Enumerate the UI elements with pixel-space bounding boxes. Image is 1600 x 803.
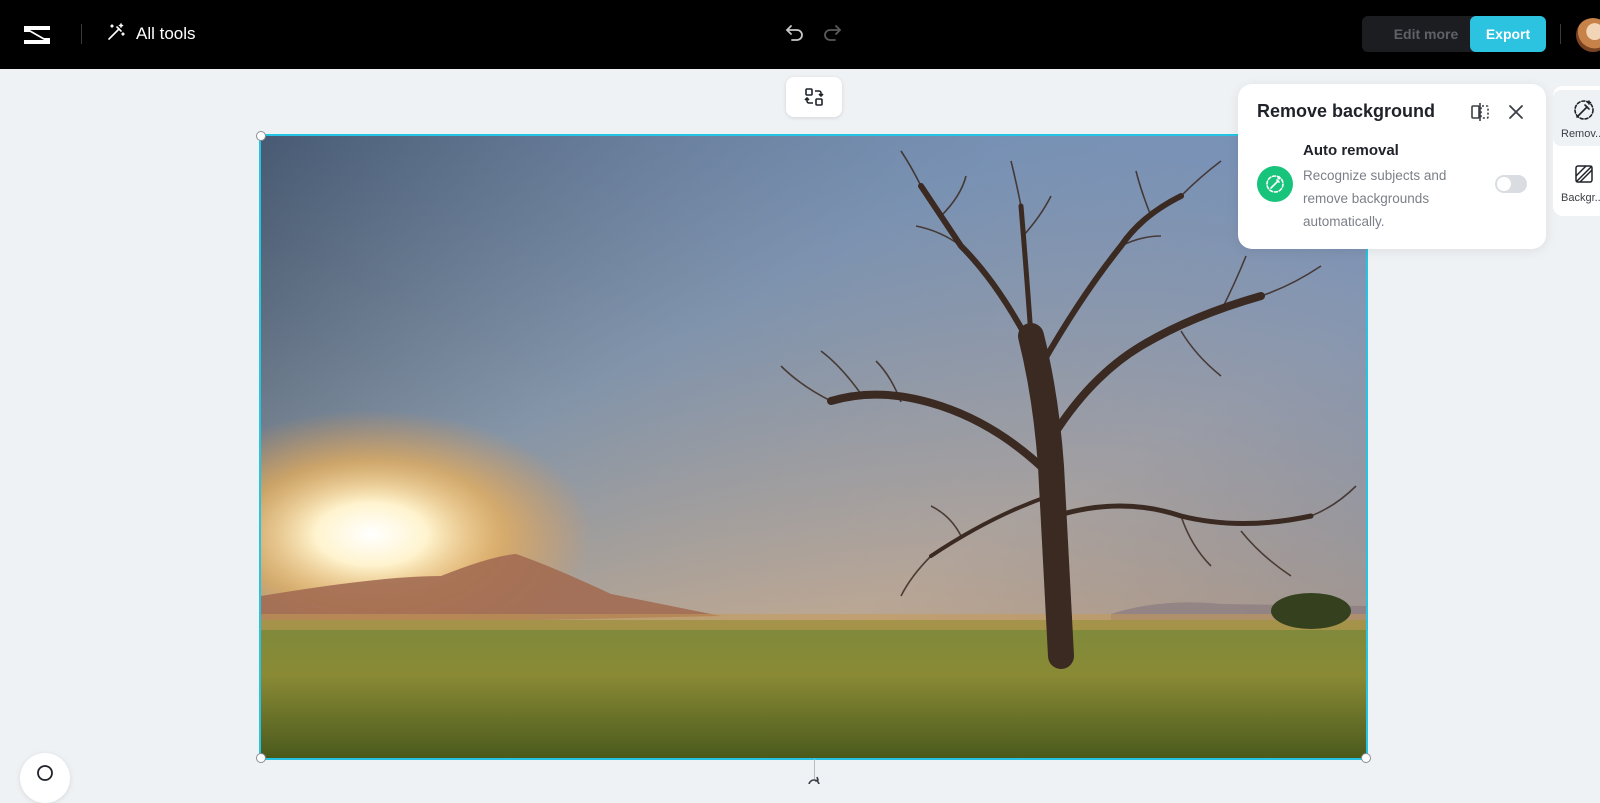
rotate-icon: [808, 776, 820, 784]
close-icon: [1509, 105, 1523, 119]
auto-removal-toggle[interactable]: [1495, 175, 1527, 193]
landscape-photo: [261, 136, 1366, 758]
remove-background-panel: Remove background Auto removal Recognize…: [1238, 84, 1546, 249]
user-avatar[interactable]: [1576, 18, 1600, 52]
auto-removal-title: Auto removal: [1303, 142, 1399, 159]
undo-button[interactable]: [781, 18, 809, 46]
rail-item-remove-background[interactable]: Remov...: [1553, 90, 1600, 146]
rail-item-label: Backgr...: [1561, 192, 1600, 204]
right-tool-rail: Remov... Backgr...: [1553, 86, 1600, 216]
divider: [1560, 24, 1561, 44]
compare-icon: [1471, 103, 1489, 121]
all-tools-label: All tools: [136, 24, 196, 43]
rotate-handle[interactable]: [804, 775, 824, 784]
export-button[interactable]: Export: [1470, 16, 1546, 52]
rail-item-background[interactable]: Backgr...: [1553, 154, 1600, 210]
undo-icon: [786, 25, 803, 41]
divider: [81, 24, 82, 44]
help-button[interactable]: [20, 753, 70, 803]
panel-title: Remove background: [1257, 101, 1436, 121]
top-bar: All tools Edit more Export: [0, 0, 1600, 69]
resize-handle-bottom-right[interactable]: [1361, 753, 1371, 763]
redo-icon: [824, 25, 841, 41]
search-bubble-icon: [37, 765, 53, 781]
magic-wand-icon: [106, 22, 126, 47]
close-button[interactable]: [1504, 100, 1528, 124]
capcut-logo-icon[interactable]: [20, 18, 54, 52]
rail-item-label: Remov...: [1561, 128, 1600, 140]
all-tools-button[interactable]: All tools: [106, 20, 196, 48]
resize-handle-top-left[interactable]: [256, 131, 266, 141]
resize-handle-bottom-left[interactable]: [256, 753, 266, 763]
selected-image[interactable]: [259, 134, 1368, 760]
redo-button[interactable]: [818, 18, 846, 46]
remove-bg-wand-icon: [1574, 100, 1594, 120]
compare-button[interactable]: [1468, 100, 1492, 124]
background-icon: [1575, 165, 1593, 183]
swap-image-button[interactable]: [786, 77, 842, 117]
replace-icon: [804, 88, 824, 106]
auto-removal-description: Recognize subjects and remove background…: [1303, 168, 1447, 229]
auto-removal-icon: [1257, 166, 1293, 202]
